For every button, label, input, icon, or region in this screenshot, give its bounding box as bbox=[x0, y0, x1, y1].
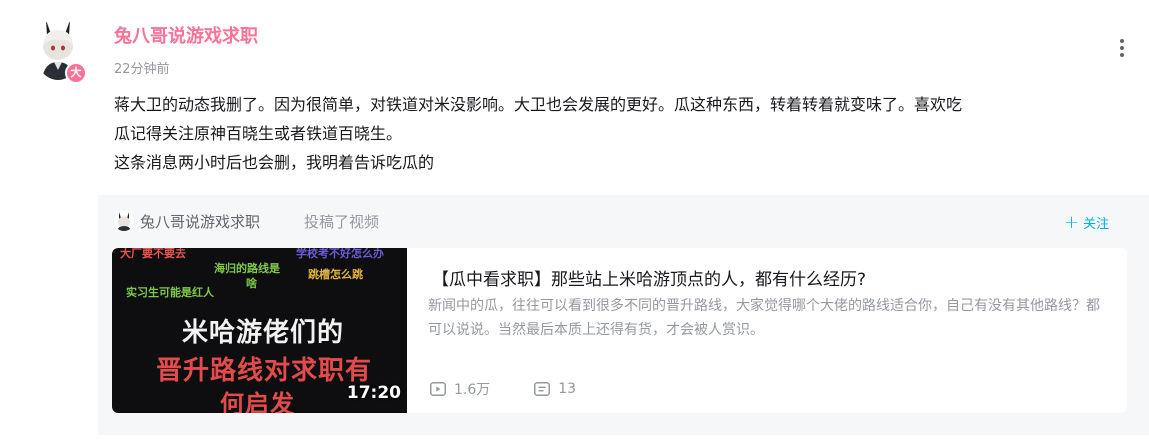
dynamic-card: 大 兔八哥说游戏求职 22分钟前 蒋大卫的动态我删了。因为很简单，对铁道对米没影… bbox=[0, 0, 1149, 445]
video-description: 新闻中的瓜，往往可以看到很多不同的晋升路线，大家觉得哪个大佬的路线适合你，自己有… bbox=[428, 298, 1100, 338]
video-title[interactable]: 【瓜中看求职】那些站上米哈游顶点的人，都有什么经历? bbox=[432, 265, 866, 290]
author-name[interactable]: 兔八哥说游戏求职 bbox=[114, 22, 258, 48]
thumbnail-tag: 啥 bbox=[246, 277, 257, 290]
post-text-line: 这条消息两小时后也会删，我明着告诉吃瓜的 bbox=[114, 153, 435, 172]
thumbnail-tag: 学校考不好怎么办 bbox=[296, 248, 384, 260]
thumbnail-tag: 大厂要不要去 bbox=[120, 248, 186, 260]
comments-count: 13 bbox=[558, 381, 577, 397]
video-thumbnail[interactable]: 大厂要不要去 学校考不好怎么办 海归的路线是 啥 跳槽怎么跳 实习生可能是红人 … bbox=[112, 248, 407, 413]
video-duration: 17:20 bbox=[346, 383, 401, 403]
thumbnail-tag: 实习生可能是红人 bbox=[126, 286, 214, 299]
follow-label: 关注 bbox=[1083, 217, 1110, 232]
play-icon bbox=[430, 382, 446, 396]
post-text-line: 瓜记得关注原神百晓生或者铁道百晓生。 bbox=[114, 124, 403, 143]
more-vertical-icon[interactable] bbox=[1112, 36, 1132, 60]
views-stat: 1.6万 bbox=[430, 379, 490, 399]
views-count: 1.6万 bbox=[454, 382, 491, 398]
repost-action-text: 投稿了视频 bbox=[304, 213, 380, 231]
follow-button[interactable]: + 关注 bbox=[1064, 213, 1109, 232]
original-author-avatar[interactable] bbox=[114, 211, 134, 231]
repost-panel: 兔八哥说游戏求职 投稿了视频 + 关注 大厂要不要去 学校考不好怎么办 海归的路… bbox=[98, 195, 1149, 435]
post-time: 22分钟前 bbox=[114, 62, 170, 77]
video-stats: 1.6万 13 bbox=[430, 379, 576, 399]
original-author-name[interactable]: 兔八哥说游戏求职 bbox=[140, 211, 260, 232]
author-avatar-wrap[interactable]: 大 bbox=[28, 14, 87, 86]
thumbnail-headline: 何启发 bbox=[220, 390, 295, 413]
thumbnail-headline: 米哈游佬们的 bbox=[182, 318, 345, 348]
thumbnail-tag: 海归的路线是 bbox=[214, 262, 280, 275]
comments-stat: 13 bbox=[534, 381, 576, 397]
post-text-line: 蒋大卫的动态我删了。因为很简单，对铁道对米没影响。大卫也会发展的更好。瓜这种东西… bbox=[114, 95, 963, 114]
level-badge: 大 bbox=[65, 62, 87, 84]
thumbnail-tag: 跳槽怎么跳 bbox=[308, 268, 363, 281]
video-card[interactable]: 大厂要不要去 学校考不好怎么办 海归的路线是 啥 跳槽怎么跳 实习生可能是红人 … bbox=[112, 248, 1127, 413]
post-text: 蒋大卫的动态我删了。因为很简单，对铁道对米没影响。大卫也会发展的更好。瓜这种东西… bbox=[114, 90, 1124, 177]
thumbnail-headline: 晋升路线对求职有 bbox=[156, 356, 373, 386]
plus-icon: + bbox=[1064, 211, 1080, 233]
comment-icon bbox=[534, 382, 551, 396]
